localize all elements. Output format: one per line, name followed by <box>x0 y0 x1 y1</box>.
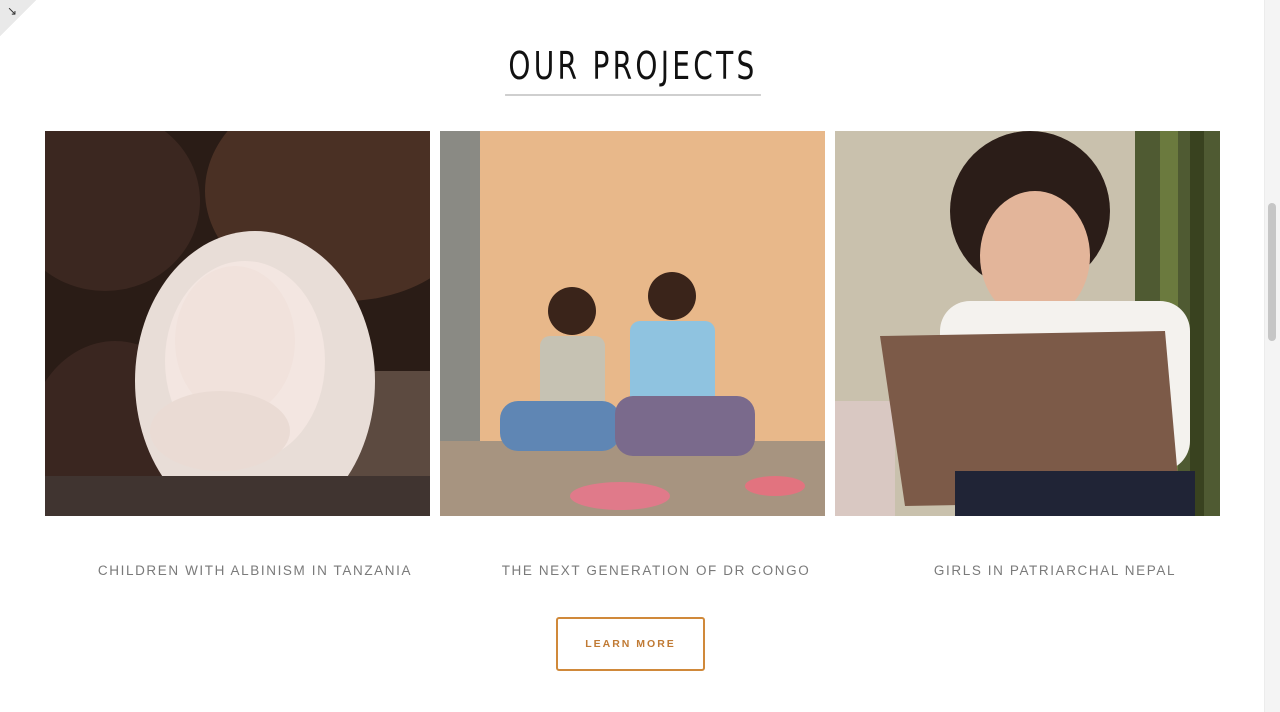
photo-nepal <box>835 131 1220 516</box>
learn-more-button[interactable]: LEARN MORE <box>556 617 705 671</box>
project-caption-tanzania[interactable]: CHILDREN WITH ALBINISM IN TANZANIA <box>45 563 465 578</box>
collapse-arrow-icon: ↘ <box>7 4 18 18</box>
section-header: OUR PROJECTS <box>0 44 1265 96</box>
vertical-scrollbar[interactable] <box>1264 0 1280 712</box>
project-image-tanzania[interactable] <box>45 131 430 516</box>
corner-collapse-toggle[interactable]: ↘ <box>0 0 36 36</box>
photo-congo <box>440 131 825 516</box>
project-caption-congo[interactable]: THE NEXT GENERATION OF DR CONGO <box>446 563 866 578</box>
project-image-congo[interactable] <box>440 131 825 516</box>
page-title: OUR PROJECTS <box>504 44 761 96</box>
project-image-nepal[interactable] <box>835 131 1220 516</box>
scrollbar-thumb[interactable] <box>1268 203 1276 341</box>
photo-tanzania <box>45 131 430 516</box>
project-caption-nepal[interactable]: GIRLS IN PATRIARCHAL NEPAL <box>845 563 1265 578</box>
